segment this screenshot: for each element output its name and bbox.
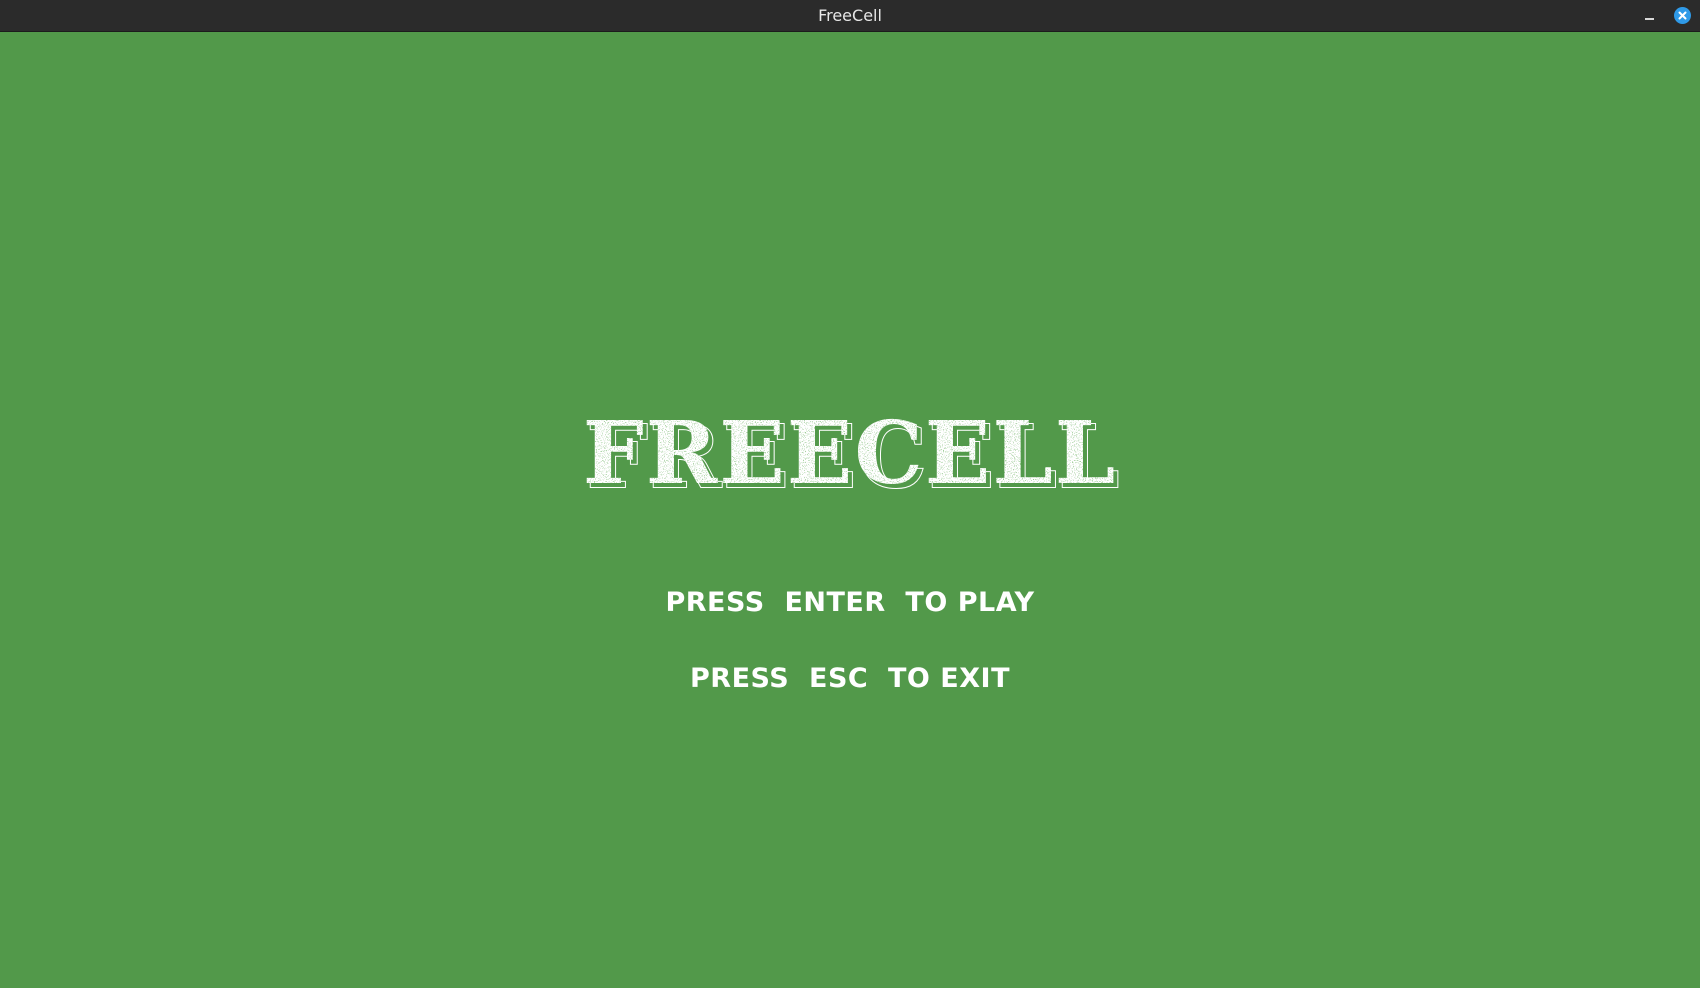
logo-svg: FREECELL FREECELL FREECELL — [583, 407, 1121, 497]
minimize-button[interactable] — [1640, 6, 1660, 26]
logo-text: FREECELL — [583, 407, 1118, 497]
minimize-icon — [1645, 18, 1654, 20]
close-button[interactable] — [1674, 7, 1691, 24]
window-titlebar[interactable]: FreeCell — [0, 0, 1700, 32]
game-logo: FREECELL FREECELL FREECELL — [0, 407, 1700, 501]
close-icon — [1678, 11, 1687, 20]
game-canvas[interactable]: FREECELL FREECELL FREECELL PRESS ENTER T… — [0, 32, 1700, 988]
app-window: FreeCell FREECELL FREECELL FREECELL PRES… — [0, 0, 1700, 988]
press-enter-prompt: PRESS ENTER TO PLAY — [665, 587, 1035, 618]
press-esc-prompt: PRESS ESC TO EXIT — [690, 663, 1010, 694]
window-title: FreeCell — [818, 6, 882, 25]
